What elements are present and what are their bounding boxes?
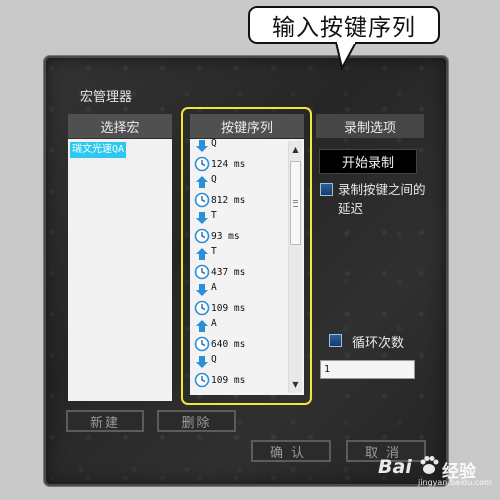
arrow-down-icon xyxy=(196,356,208,368)
arrow-down-icon xyxy=(196,140,208,152)
sequence-delay-row[interactable]: 437 ms xyxy=(190,263,288,281)
sequence-key-row[interactable]: Q xyxy=(190,139,288,155)
sequence-delay-row[interactable]: 812 ms xyxy=(190,191,288,209)
baidu-jingyan-watermark: Bai 经验 jingyan.baidu.com xyxy=(378,452,498,492)
callout-tail xyxy=(334,42,358,71)
header-key-sequence: 按键序列 xyxy=(190,114,304,138)
watermark-url: jingyan.baidu.com xyxy=(418,478,492,487)
clock-icon xyxy=(194,372,210,388)
sequence-key-label: Q xyxy=(211,139,217,149)
macro-list[interactable]: 瑞文光速QA xyxy=(68,139,172,401)
loop-checkbox[interactable] xyxy=(329,334,342,347)
sequence-key-row[interactable]: A xyxy=(190,281,288,299)
start-record-button[interactable]: 开始录制 xyxy=(319,149,417,174)
loop-count-label: 循环次数 xyxy=(352,336,405,351)
sequence-delay-label: 812 ms xyxy=(211,194,246,206)
sequence-key-label: Q xyxy=(211,173,217,185)
sequence-key-row[interactable]: A xyxy=(190,317,288,335)
scroll-up-icon[interactable]: ▲ xyxy=(291,145,300,154)
ok-button[interactable]: 确认 xyxy=(251,440,331,462)
header-select-macro: 选择宏 xyxy=(68,114,172,138)
sequence-delay-row[interactable]: 640 ms xyxy=(190,335,288,353)
clock-icon xyxy=(194,336,210,352)
sequence-key-label: T xyxy=(211,209,217,221)
sequence-delay-label: 93 ms xyxy=(211,230,240,242)
sequence-delay-label: 109 ms xyxy=(211,374,246,386)
sequence-key-row[interactable]: T xyxy=(190,245,288,263)
arrow-up-icon xyxy=(196,176,208,188)
sequence-key-row[interactable]: Q xyxy=(190,353,288,371)
sequence-delay-row[interactable]: 124 ms xyxy=(190,155,288,173)
callout-bubble: 输入按键序列 xyxy=(248,6,440,44)
sequence-delay-label: 640 ms xyxy=(211,338,246,350)
sequence-delay-label: 437 ms xyxy=(211,266,246,278)
sequence-delay-row[interactable]: 93 ms xyxy=(190,227,288,245)
scroll-thumb[interactable] xyxy=(290,161,301,245)
macro-list-item[interactable]: 瑞文光速QA xyxy=(70,142,127,158)
sequence-key-row[interactable]: Q xyxy=(190,173,288,191)
sequence-delay-row[interactable]: 109 ms xyxy=(190,299,288,317)
record-delay-label: 录制按键之间的延迟 xyxy=(338,182,426,216)
sequence-key-label: T xyxy=(211,245,217,257)
sequence-scrollbar[interactable]: ▲ ▼ xyxy=(288,141,302,393)
clock-icon xyxy=(194,156,210,172)
sequence-delay-label: 124 ms xyxy=(211,158,246,170)
sequence-key-label: A xyxy=(211,281,217,293)
record-delay-checkbox[interactable] xyxy=(320,183,333,196)
dialog-title: 宏管理器 xyxy=(80,90,133,105)
clock-icon xyxy=(194,300,210,316)
delete-button[interactable]: 删除 xyxy=(157,410,236,432)
sequence-key-label: A xyxy=(211,317,217,329)
sequence-key-row[interactable]: T xyxy=(190,209,288,227)
key-sequence-list[interactable]: Q 124 ms Q 812 ms T 93 ms T 437 ms A 109 ms A 640 m… xyxy=(190,139,304,395)
watermark-brand: Bai xyxy=(378,456,412,478)
new-button[interactable]: 新建 xyxy=(66,410,144,432)
arrow-down-icon xyxy=(196,284,208,296)
sequence-delay-label: 109 ms xyxy=(211,302,246,314)
arrow-up-icon xyxy=(196,320,208,332)
clock-icon xyxy=(194,192,210,208)
clock-icon xyxy=(194,264,210,280)
paw-icon xyxy=(420,456,439,474)
header-record-options: 录制选项 xyxy=(316,114,424,138)
sequence-key-label: Q xyxy=(211,353,217,365)
arrow-down-icon xyxy=(196,212,208,224)
sequence-rows: Q 124 ms Q 812 ms T 93 ms T 437 ms A 109 ms A 640 m… xyxy=(190,139,288,389)
scroll-down-icon[interactable]: ▼ xyxy=(291,380,300,389)
loop-count-input[interactable]: 1 xyxy=(320,360,415,379)
callout-text: 输入按键序列 xyxy=(272,15,416,41)
clock-icon xyxy=(194,228,210,244)
sequence-delay-row[interactable]: 109 ms xyxy=(190,371,288,389)
grip-icon xyxy=(293,200,298,207)
arrow-up-icon xyxy=(196,248,208,260)
